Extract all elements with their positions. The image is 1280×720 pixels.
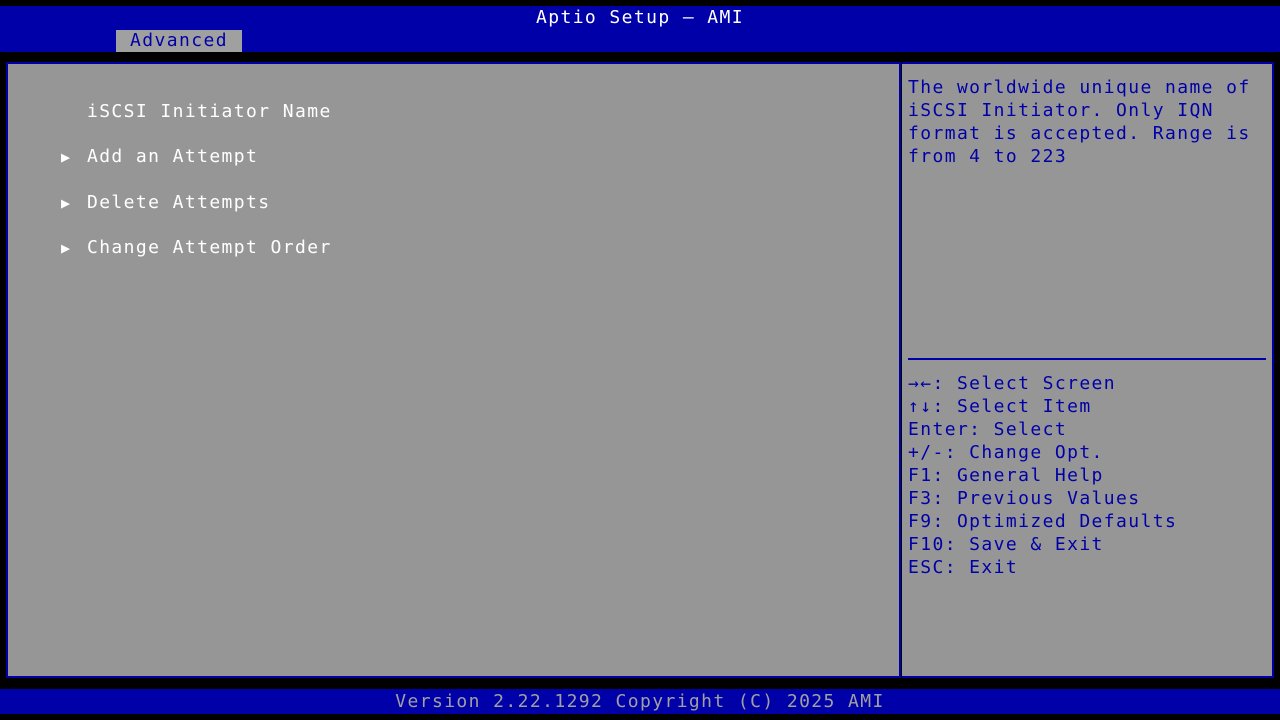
key-hint-enter: Enter: Select [908, 419, 1068, 440]
menu-item-label: Add an Attempt [86, 146, 259, 167]
bottom-border [0, 714, 1280, 720]
submenu-arrow-icon: ▶ [60, 148, 72, 166]
key-hint-select-screen: →←: Select Screen [908, 373, 1117, 394]
key-hint-optimized-defaults: F9: Optimized Defaults [908, 511, 1178, 532]
key-hint-change-opt: +/-: Change Opt. [908, 442, 1104, 463]
key-hint-select-item: ↑↓: Select Item [908, 396, 1092, 417]
menu-item-label: Change Attempt Order [86, 237, 332, 258]
help-divider [908, 358, 1266, 360]
version-footer: Version 2.22.1292 Copyright (C) 2025 AMI [0, 689, 1280, 714]
menu-item-change-attempt-order[interactable]: ▶ Change Attempt Order [12, 212, 332, 284]
help-description: The worldwide unique name of iSCSI Initi… [908, 77, 1263, 167]
key-hint-general-help: F1: General Help [908, 465, 1104, 486]
key-legend: →←: Select Screen ↑↓: Select Item Enter:… [908, 372, 1177, 579]
tab-advanced[interactable]: Advanced [116, 30, 242, 52]
submenu-arrow-icon: ▶ [60, 239, 72, 257]
key-hint-exit: ESC: Exit [908, 557, 1019, 578]
key-hint-previous-values: F3: Previous Values [908, 488, 1141, 509]
settings-panel: iSCSI Initiator Name ▶ Add an Attempt ▶ De… [6, 62, 901, 678]
help-panel: The worldwide unique name of iSCSI Initi… [902, 62, 1274, 678]
window-title: Aptio Setup – AMI [535, 7, 745, 28]
key-hint-save-exit: F10: Save & Exit [908, 534, 1104, 555]
